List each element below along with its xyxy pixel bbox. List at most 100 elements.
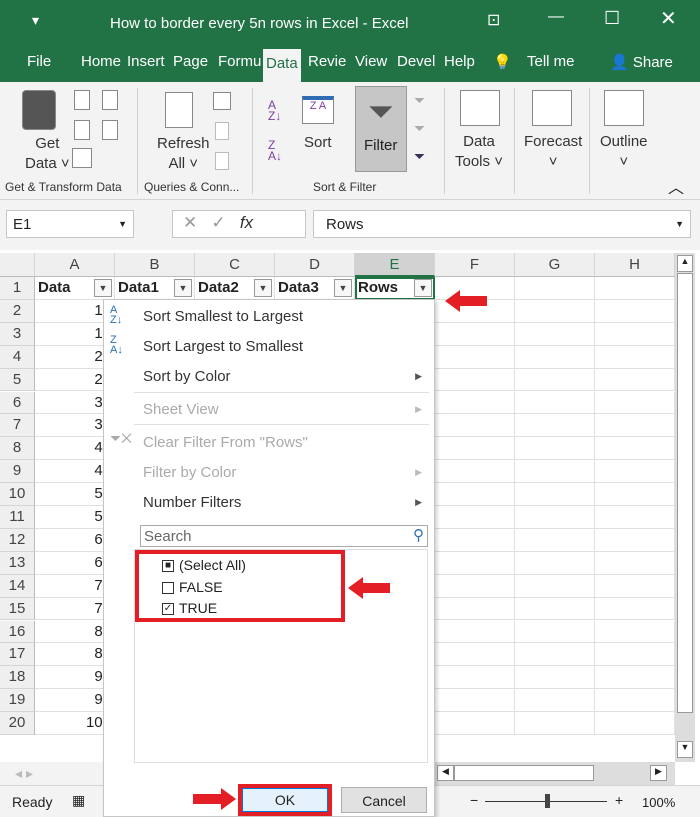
row-header[interactable]: 10 bbox=[0, 483, 35, 506]
column-header[interactable]: E bbox=[355, 253, 435, 277]
edit-links-icon[interactable] bbox=[215, 152, 229, 170]
row-header[interactable]: 18 bbox=[0, 666, 35, 690]
cell[interactable] bbox=[595, 414, 675, 438]
cell[interactable] bbox=[515, 391, 595, 415]
header-cell[interactable]: Data3 ▼ bbox=[275, 277, 355, 300]
row-header[interactable]: 12 bbox=[0, 528, 35, 552]
row-header[interactable]: 13 bbox=[0, 551, 35, 575]
forecast-button[interactable]: Forecast ˅ bbox=[524, 132, 582, 172]
cell[interactable] bbox=[595, 597, 675, 621]
column-header[interactable]: C bbox=[195, 253, 275, 277]
menu-filter-by-color[interactable]: Filter by Color bbox=[143, 464, 236, 481]
cell[interactable] bbox=[595, 483, 675, 506]
row-header[interactable]: 20 bbox=[0, 712, 35, 735]
cell[interactable] bbox=[515, 597, 595, 621]
cell[interactable] bbox=[435, 414, 515, 438]
cell[interactable] bbox=[435, 551, 515, 575]
row-header[interactable]: 7 bbox=[0, 414, 35, 438]
existing-connections-icon[interactable] bbox=[102, 120, 118, 140]
row-header[interactable]: 15 bbox=[0, 597, 35, 621]
row-header[interactable]: 3 bbox=[0, 322, 35, 346]
cell[interactable] bbox=[515, 506, 595, 529]
row-header[interactable]: 9 bbox=[0, 460, 35, 484]
tab-developer[interactable]: Devel bbox=[397, 53, 435, 70]
sheet-nav-arrows[interactable]: ◂ ▸ bbox=[0, 762, 103, 785]
search-input[interactable]: Search ⚲ bbox=[140, 525, 428, 547]
cell[interactable] bbox=[595, 551, 675, 575]
cell[interactable] bbox=[515, 643, 595, 667]
from-text-icon[interactable] bbox=[74, 90, 90, 110]
header-cell[interactable]: Data2 ▼ bbox=[195, 277, 275, 300]
minimize-button[interactable]: — bbox=[548, 8, 564, 26]
cell[interactable] bbox=[435, 689, 515, 713]
filter-dropdown-button[interactable]: ▼ bbox=[334, 279, 352, 297]
row-header[interactable]: 4 bbox=[0, 345, 35, 369]
cancel-icon[interactable]: ✕ bbox=[183, 213, 197, 232]
recent-sources-icon[interactable] bbox=[102, 90, 118, 110]
horizontal-scrollbar[interactable]: ◀ ▶ bbox=[435, 762, 675, 785]
scroll-left-icon[interactable]: ◀ bbox=[437, 765, 454, 781]
tab-review[interactable]: Revie bbox=[308, 53, 346, 70]
scroll-down-icon[interactable]: ▼ bbox=[677, 741, 693, 758]
column-header[interactable]: G bbox=[515, 253, 595, 277]
cell[interactable] bbox=[515, 277, 595, 300]
cell[interactable] bbox=[515, 551, 595, 575]
row-header[interactable]: 1 bbox=[0, 277, 35, 300]
menu-sort-asc[interactable]: Sort Smallest to Largest bbox=[143, 308, 303, 325]
cell[interactable] bbox=[595, 574, 675, 598]
cell[interactable] bbox=[435, 345, 515, 369]
row-header[interactable]: 16 bbox=[0, 620, 35, 644]
cell[interactable] bbox=[515, 483, 595, 506]
tab-formulas[interactable]: Formu bbox=[218, 53, 261, 70]
cell[interactable] bbox=[435, 666, 515, 690]
column-header[interactable]: F bbox=[435, 253, 515, 277]
cell[interactable] bbox=[435, 368, 515, 392]
checkbox-false[interactable]: FALSE bbox=[162, 579, 223, 595]
cell[interactable] bbox=[435, 712, 515, 735]
filter-button[interactable]: ⏷ Filter bbox=[355, 86, 407, 172]
column-header[interactable]: B bbox=[115, 253, 195, 277]
cell[interactable] bbox=[595, 666, 675, 690]
cell[interactable] bbox=[435, 528, 515, 552]
row-header[interactable]: 6 bbox=[0, 391, 35, 415]
row-header[interactable]: 14 bbox=[0, 574, 35, 598]
advanced-filter-icon[interactable]: ⏷ bbox=[414, 148, 425, 165]
cell[interactable] bbox=[515, 299, 595, 323]
header-cell[interactable]: Data1 ▼ bbox=[115, 277, 195, 300]
filter-dropdown-button[interactable]: ▼ bbox=[94, 279, 112, 297]
cell[interactable] bbox=[435, 506, 515, 529]
cell[interactable] bbox=[595, 299, 675, 323]
header-cell[interactable]: Rows ▼ bbox=[355, 277, 435, 300]
row-header[interactable]: 17 bbox=[0, 643, 35, 667]
reapply-icon[interactable]: ⏷ bbox=[414, 120, 425, 137]
enter-icon[interactable]: ✓ bbox=[211, 213, 225, 232]
filter-dropdown-button[interactable]: ▼ bbox=[174, 279, 192, 297]
row-header[interactable]: 5 bbox=[0, 368, 35, 392]
select-all-corner[interactable] bbox=[0, 253, 35, 277]
cell[interactable] bbox=[595, 643, 675, 667]
close-button[interactable]: ✕ bbox=[660, 6, 677, 31]
sort-az-icon[interactable]: A Z↓ bbox=[268, 99, 281, 122]
cell[interactable] bbox=[515, 414, 595, 438]
from-web-icon[interactable] bbox=[74, 120, 90, 140]
outline-button[interactable]: Outline ˅ bbox=[600, 132, 648, 172]
cell[interactable] bbox=[515, 528, 595, 552]
checkbox-select-all[interactable]: ■ (Select All) bbox=[162, 557, 246, 573]
cell[interactable] bbox=[515, 368, 595, 392]
data-tools-button[interactable]: Data Tools ˅ bbox=[455, 132, 503, 172]
tab-data[interactable]: Data bbox=[263, 49, 301, 82]
ribbon-display-icon[interactable]: ⊡ bbox=[487, 10, 500, 30]
menu-sort-by-color[interactable]: Sort by Color bbox=[143, 368, 231, 385]
from-table-icon[interactable] bbox=[72, 148, 92, 168]
cell[interactable] bbox=[515, 712, 595, 735]
refresh-all-button[interactable]: Refresh All ˅ bbox=[157, 134, 210, 174]
column-header[interactable]: H bbox=[595, 253, 675, 277]
cell[interactable] bbox=[595, 712, 675, 735]
sort-button[interactable]: Sort bbox=[304, 134, 332, 151]
cell[interactable] bbox=[595, 620, 675, 644]
zoom-out-button[interactable]: − bbox=[470, 792, 478, 808]
column-header[interactable]: A bbox=[35, 253, 115, 277]
scroll-up-icon[interactable]: ▲ bbox=[677, 255, 693, 272]
vscroll-thumb[interactable] bbox=[677, 273, 693, 713]
formula-input[interactable]: Rows ▼ bbox=[313, 210, 691, 238]
